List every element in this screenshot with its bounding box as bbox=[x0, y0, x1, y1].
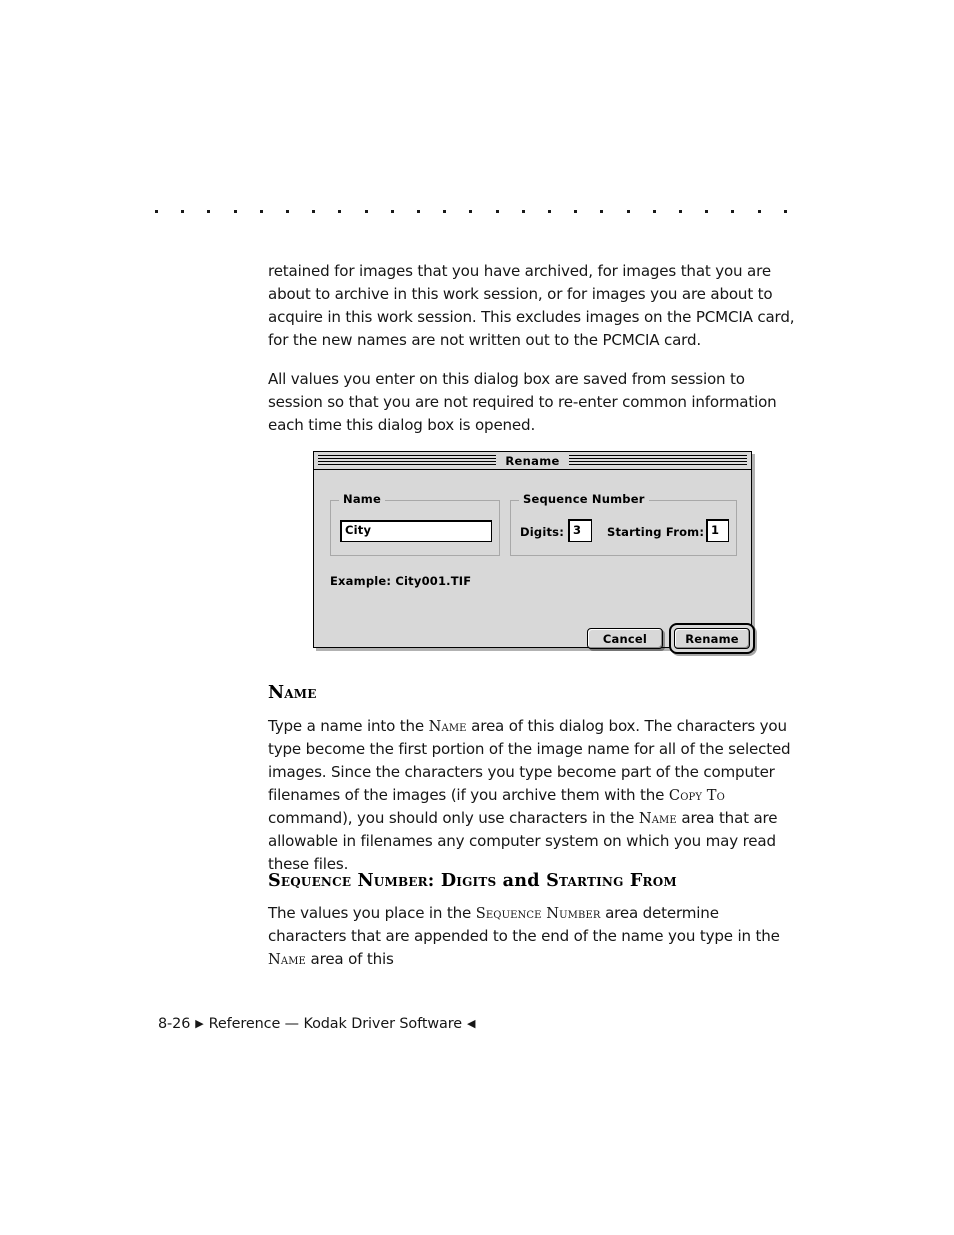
dialog-body: Name City Sequence Number Digits: 3 Star… bbox=[314, 470, 755, 654]
rule-dot bbox=[521, 209, 525, 213]
sequence-number-groupbox: Sequence Number Digits: 3 Starting From:… bbox=[510, 493, 737, 556]
rule-dot bbox=[155, 209, 158, 213]
example-filename-text: Example: City001.TIF bbox=[330, 574, 472, 588]
rule-dot bbox=[259, 209, 263, 213]
smallcaps-name-1: Name bbox=[428, 718, 467, 735]
starting-from-label: Starting From: bbox=[607, 525, 705, 539]
section-name-heading: Name bbox=[268, 682, 317, 703]
rule-dot bbox=[181, 209, 185, 213]
page-footer: 8-26 ▶ Reference — Kodak Driver Software ◀ bbox=[158, 1016, 480, 1032]
rule-dot bbox=[548, 209, 552, 213]
rule-dot bbox=[495, 209, 499, 213]
section-sequence-number-body: The values you place in the Sequence Num… bbox=[268, 902, 796, 987]
footer-text: Reference — Kodak Driver Software bbox=[208, 1016, 463, 1032]
section-sequence-number-heading: Sequence Number: Digits and Starting Fro… bbox=[268, 870, 796, 891]
digits-input[interactable]: 3 bbox=[568, 519, 592, 542]
footer-page-number: 8-26 bbox=[158, 1016, 191, 1032]
cancel-button[interactable]: Cancel bbox=[587, 628, 663, 649]
name-groupbox-label: Name bbox=[339, 493, 385, 505]
rule-dot bbox=[626, 209, 630, 213]
paragraph-sequence-values: The values you place in the Sequence Num… bbox=[268, 902, 796, 971]
rule-dot bbox=[233, 209, 237, 213]
rename-button[interactable]: Rename bbox=[674, 628, 750, 649]
rule-dot bbox=[286, 209, 290, 213]
rule-dot bbox=[757, 209, 761, 213]
dotted-rule-separator bbox=[155, 208, 787, 214]
name-input[interactable]: City bbox=[340, 520, 492, 542]
triangle-right-icon: ▶ bbox=[195, 1016, 204, 1030]
rule-dot bbox=[469, 209, 473, 213]
dialog-title: Rename bbox=[496, 454, 569, 467]
rule-dot bbox=[390, 209, 394, 213]
rule-dot bbox=[364, 209, 368, 213]
dialog-title-bar: Rename bbox=[314, 452, 751, 470]
text-run: area of this bbox=[305, 950, 394, 968]
paragraph-retained-images: retained for images that you have archiv… bbox=[268, 262, 795, 349]
section-sequence-number: Sequence Number: Digits and Starting Fro… bbox=[268, 870, 796, 891]
section-name-body: Type a name into the Name area of this d… bbox=[268, 715, 796, 892]
triangle-left-icon: ◀ bbox=[467, 1016, 476, 1030]
text-run: command), you should only use characters… bbox=[268, 809, 639, 827]
heading-part-2: Starting From bbox=[546, 870, 677, 891]
rule-dot bbox=[312, 209, 316, 213]
rename-dialog: Rename Name City Sequence Number Digits:… bbox=[313, 451, 755, 654]
paragraph-type-a-name: Type a name into the Name area of this d… bbox=[268, 715, 796, 876]
smallcaps-sequence-number: Sequence Number bbox=[475, 905, 601, 922]
sequence-number-groupbox-label: Sequence Number bbox=[519, 493, 649, 505]
rule-dot bbox=[652, 209, 656, 213]
paragraph-all-values: All values you enter on this dialog box … bbox=[268, 370, 777, 434]
text-run: The values you place in the bbox=[268, 904, 476, 922]
smallcaps-name-3: Name bbox=[268, 951, 306, 968]
rule-dot bbox=[783, 209, 787, 213]
digits-label: Digits: bbox=[520, 525, 565, 539]
rule-dot bbox=[417, 209, 421, 213]
heading-conjunction: and bbox=[496, 870, 547, 891]
rule-dot bbox=[731, 209, 735, 213]
rule-dot bbox=[574, 209, 578, 213]
rule-dot bbox=[705, 209, 709, 213]
intro-paragraphs: retained for images that you have archiv… bbox=[268, 260, 796, 453]
rule-dot bbox=[679, 209, 683, 213]
section-name: Name bbox=[268, 682, 796, 703]
smallcaps-name-2: Name bbox=[638, 810, 677, 827]
rule-dot bbox=[338, 209, 342, 213]
text-run: Type a name into the bbox=[268, 717, 429, 735]
heading-part-1: Sequence Number: Digits bbox=[268, 870, 497, 891]
smallcaps-copy-to: Copy To bbox=[668, 787, 725, 804]
rule-dot bbox=[443, 209, 447, 213]
starting-from-input[interactable]: 1 bbox=[706, 519, 729, 542]
rule-dot bbox=[207, 209, 211, 213]
name-groupbox: Name City bbox=[330, 493, 500, 556]
rule-dot bbox=[600, 209, 604, 213]
